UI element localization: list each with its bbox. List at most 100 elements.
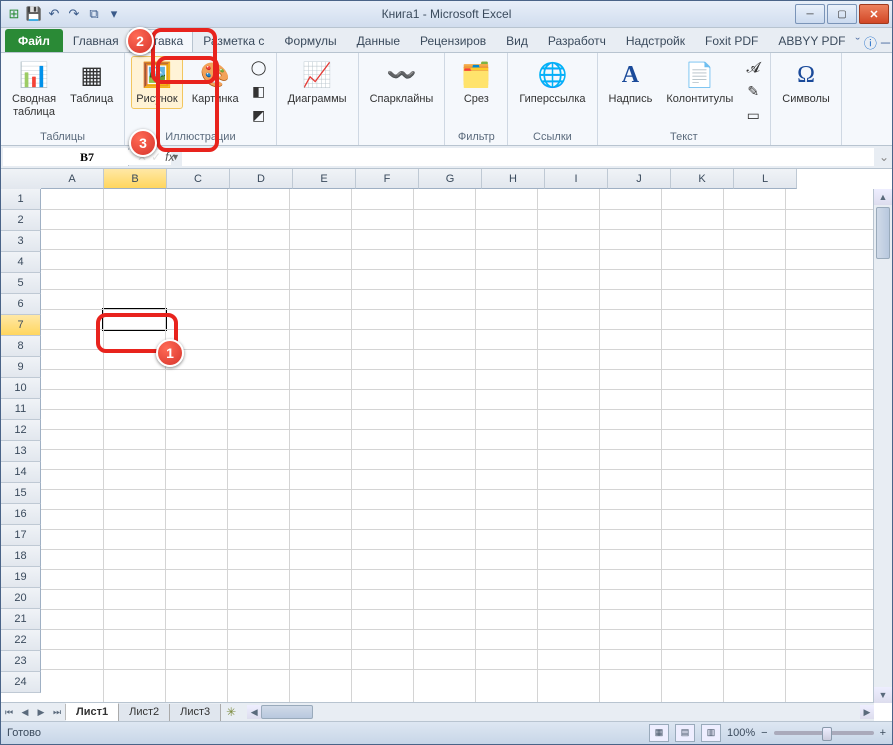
view-pagebreak-icon[interactable]: ▥ — [701, 724, 721, 742]
sheet-tab-1[interactable]: Лист1 — [66, 703, 119, 721]
scroll-up-icon[interactable]: ▲ — [874, 189, 892, 205]
selected-cell[interactable] — [102, 308, 167, 331]
signature-icon[interactable]: ✎ — [742, 80, 764, 102]
table-button[interactable]: ▦ Таблица — [65, 56, 118, 109]
tab-review[interactable]: Рецензиров — [410, 29, 496, 52]
pivottable-button[interactable]: 📊 Сводная таблица — [7, 56, 61, 121]
row-header-13[interactable]: 13 — [1, 441, 41, 462]
zoom-slider[interactable] — [774, 731, 874, 735]
row-header-10[interactable]: 10 — [1, 378, 41, 399]
shapes-icon[interactable]: ◯ — [248, 56, 270, 78]
name-box[interactable]: ▼ — [3, 148, 129, 166]
sheet-nav-last-icon[interactable]: ⏭ — [49, 704, 65, 720]
row-header-9[interactable]: 9 — [1, 357, 41, 378]
vscroll-thumb[interactable] — [876, 207, 890, 259]
tab-addins[interactable]: Надстройк — [616, 29, 695, 52]
zoom-percent[interactable]: 100% — [727, 727, 755, 739]
help-icon[interactable]: ⓘ — [864, 33, 877, 52]
row-header-23[interactable]: 23 — [1, 651, 41, 672]
row-header-16[interactable]: 16 — [1, 504, 41, 525]
tab-abbyy-pdf[interactable]: ABBYY PDF — [768, 29, 855, 52]
row-header-21[interactable]: 21 — [1, 609, 41, 630]
textbox-button[interactable]: A Надпись — [604, 56, 658, 109]
formula-input[interactable] — [182, 148, 874, 166]
scroll-down-icon[interactable]: ▼ — [874, 687, 892, 703]
save-icon[interactable]: 💾 — [25, 5, 43, 23]
vertical-scrollbar[interactable]: ▲ ▼ — [873, 189, 892, 703]
row-header-17[interactable]: 17 — [1, 525, 41, 546]
row-header-4[interactable]: 4 — [1, 252, 41, 273]
charts-button[interactable]: 📈 Диаграммы — [283, 56, 352, 109]
qat-dropdown-icon[interactable]: ▾ — [105, 5, 123, 23]
row-header-7[interactable]: 7 — [1, 315, 41, 336]
tab-page-layout[interactable]: Разметка с — [193, 29, 274, 52]
picture-button[interactable]: 🖼️ Рисунок — [131, 56, 183, 109]
column-header-K[interactable]: K — [671, 169, 734, 189]
row-header-19[interactable]: 19 — [1, 567, 41, 588]
row-header-18[interactable]: 18 — [1, 546, 41, 567]
minimize-button[interactable]: ─ — [795, 4, 825, 24]
column-header-G[interactable]: G — [419, 169, 482, 189]
fx-expand-icon[interactable]: ⌄ — [876, 146, 892, 168]
undo-icon[interactable]: ↶ — [45, 5, 63, 23]
tab-view[interactable]: Вид — [496, 29, 538, 52]
column-header-E[interactable]: E — [293, 169, 356, 189]
tab-formulas[interactable]: Формулы — [274, 29, 346, 52]
column-header-F[interactable]: F — [356, 169, 419, 189]
column-header-C[interactable]: C — [167, 169, 230, 189]
view-layout-icon[interactable]: ▤ — [675, 724, 695, 742]
horizontal-scrollbar[interactable]: ◀ ▶ — [247, 705, 874, 719]
row-header-15[interactable]: 15 — [1, 483, 41, 504]
hscroll-thumb[interactable] — [261, 705, 313, 719]
headerfooter-button[interactable]: 📄 Колонтитулы — [661, 56, 738, 109]
close-button[interactable]: ✕ — [859, 4, 889, 24]
tab-file[interactable]: Файл — [5, 29, 63, 52]
row-header-24[interactable]: 24 — [1, 672, 41, 693]
zoom-in-icon[interactable]: + — [880, 727, 886, 739]
row-header-22[interactable]: 22 — [1, 630, 41, 651]
row-header-3[interactable]: 3 — [1, 231, 41, 252]
zoom-out-icon[interactable]: − — [761, 727, 767, 739]
column-header-I[interactable]: I — [545, 169, 608, 189]
sheet-nav-next-icon[interactable]: ▶ — [33, 704, 49, 720]
row-header-11[interactable]: 11 — [1, 399, 41, 420]
slicer-button[interactable]: 🗂️ Срез — [451, 56, 501, 109]
tab-developer[interactable]: Разработч — [538, 29, 616, 52]
cells[interactable] — [41, 189, 874, 703]
sheet-tab-2[interactable]: Лист2 — [119, 704, 170, 721]
row-header-2[interactable]: 2 — [1, 210, 41, 231]
column-header-D[interactable]: D — [230, 169, 293, 189]
view-normal-icon[interactable]: ▦ — [649, 724, 669, 742]
new-sheet-icon[interactable]: ✳ — [221, 705, 241, 719]
redo-icon[interactable]: ↷ — [65, 5, 83, 23]
clipart-button[interactable]: 🎨 Картинка — [187, 56, 244, 109]
sheet-nav-prev-icon[interactable]: ◀ — [17, 704, 33, 720]
select-all-corner[interactable] — [1, 169, 42, 190]
row-header-6[interactable]: 6 — [1, 294, 41, 315]
scroll-right-icon[interactable]: ▶ — [860, 705, 874, 719]
column-header-H[interactable]: H — [482, 169, 545, 189]
symbols-button[interactable]: Ω Символы — [777, 56, 835, 109]
grid[interactable]: ABCDEFGHIJKL 123456789101112131415161718… — [1, 169, 892, 721]
mdi-minimize-icon[interactable]: ─ — [881, 35, 890, 50]
ribbon-minimize-icon[interactable]: ˇ — [856, 35, 860, 50]
row-header-5[interactable]: 5 — [1, 273, 41, 294]
column-header-J[interactable]: J — [608, 169, 671, 189]
scroll-left-icon[interactable]: ◀ — [247, 705, 261, 719]
smartart-icon[interactable]: ◧ — [248, 80, 270, 102]
row-header-1[interactable]: 1 — [1, 189, 41, 210]
column-header-B[interactable]: B — [104, 169, 167, 189]
sheet-nav-first-icon[interactable]: ⏮ — [1, 704, 17, 720]
sheet-tab-3[interactable]: Лист3 — [170, 704, 221, 721]
tab-foxit-pdf[interactable]: Foxit PDF — [695, 29, 768, 52]
tab-data[interactable]: Данные — [347, 29, 410, 52]
zoom-thumb[interactable] — [822, 727, 832, 741]
hyperlink-button[interactable]: 🌐 Гиперссылка — [514, 56, 590, 109]
tab-home[interactable]: Главная — [63, 29, 129, 52]
wordart-icon[interactable]: 𝓐 — [742, 56, 764, 78]
row-header-14[interactable]: 14 — [1, 462, 41, 483]
row-header-12[interactable]: 12 — [1, 420, 41, 441]
screenshot-icon[interactable]: ◩ — [248, 104, 270, 126]
column-header-L[interactable]: L — [734, 169, 797, 189]
qat-extra-icon[interactable]: ⧉ — [85, 5, 103, 23]
